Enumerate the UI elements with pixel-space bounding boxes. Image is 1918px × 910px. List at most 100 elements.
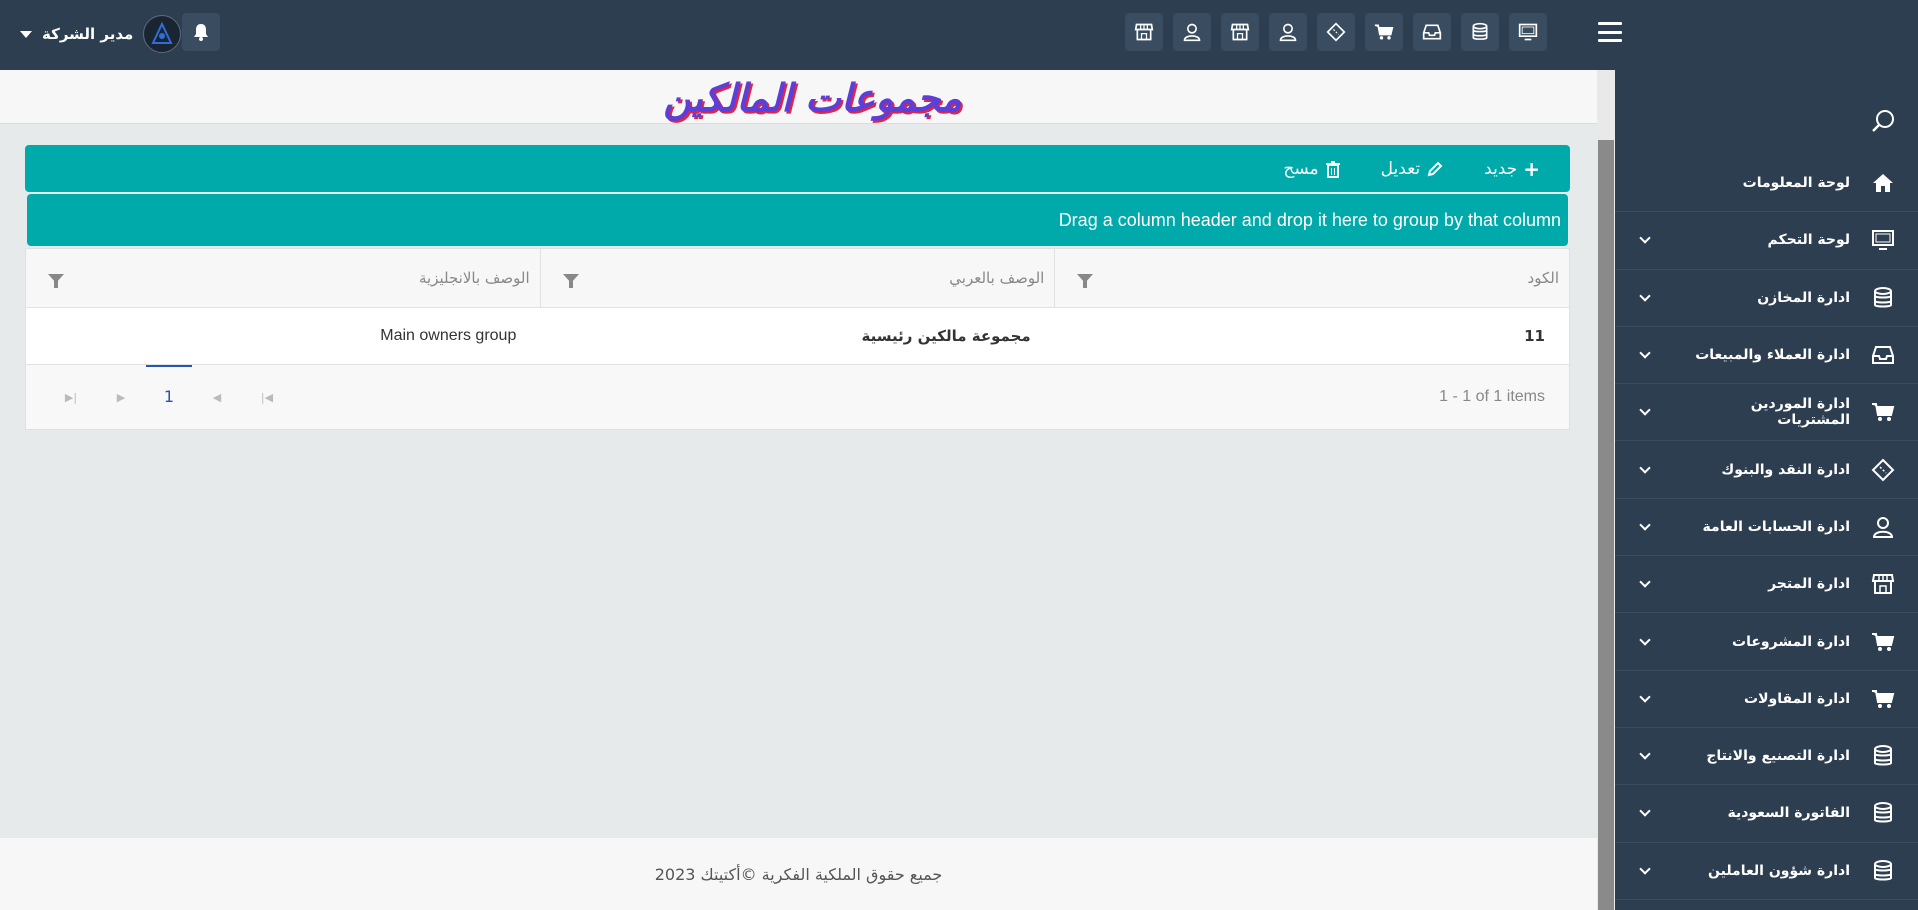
sidebar-item-label: الفاتورة السعودية [1727,805,1850,822]
sidebar-item[interactable]: ادارة المشروعات [1615,613,1918,671]
notifications-button[interactable] [182,13,220,51]
menu-toggle-button[interactable] [1598,22,1622,42]
chevron-down-icon[interactable] [1615,576,1675,588]
monitor-icon [1868,229,1898,251]
sidebar-item[interactable]: لوحة المعلومات [1615,155,1918,213]
sidebar-item[interactable]: ادارة التصنيع والانتاج [1615,728,1918,786]
sidebar-item[interactable]: ادارة النقد والبنوك [1615,441,1918,499]
sidebar: لوحة المعلومات لوحة التحكم ادارة المخازن اد… [1615,70,1918,910]
sidebar-item-label: ادارة المخازن [1757,289,1850,306]
chevron-down-icon[interactable] [1615,748,1675,760]
user-menu[interactable]: مدير الشركة [20,15,182,53]
chevron-down-icon[interactable] [1615,863,1675,875]
chevron-down-icon[interactable] [1615,290,1675,302]
sidebar-item[interactable]: ادارة شؤون العاملين [1615,843,1918,900]
pencil-icon [1427,161,1443,176]
filter-icon[interactable] [1077,273,1094,288]
sidebar-item-label: ادارة المشروعات [1732,633,1850,650]
ticket-icon [1326,22,1346,42]
chevron-down-icon[interactable] [1615,461,1675,474]
user-name: مدير الشركة [42,25,134,43]
chevron-down-icon[interactable] [1615,519,1675,531]
filter-icon[interactable] [562,273,579,288]
sidebar-item[interactable]: ادارة الحسابات العامة [1615,499,1918,557]
column-header-label: الوصف بالانجليزية [418,269,530,287]
chevron-down-icon[interactable] [1615,691,1675,703]
chevron-down-icon[interactable] [1615,232,1675,245]
grid-toolbar: + جديد تعديل مسح [25,145,1570,192]
column-header-desc-ar[interactable]: الوصف بالعربي [539,249,1055,307]
first-page-icon[interactable]: |◀ [242,391,292,404]
previous-page-icon[interactable]: ◀ [192,391,242,404]
sidebar-item-label: لوحة التحكم [1767,232,1850,249]
quick-database-button[interactable] [1461,13,1499,51]
store-icon [1230,22,1250,42]
store-icon [1134,22,1154,42]
cell-code: 11 [1524,327,1545,345]
cell-desc-en: Main owners group [380,327,517,344]
sidebar-nav: لوحة المعلومات لوحة التحكم ادارة المخازن اد… [1615,155,1918,900]
next-page-icon[interactable]: ▶ [96,391,146,404]
pager-info: 1 - 1 of 1 items [1439,388,1545,405]
table-row[interactable]: 11 مجموعة مالكين رئيسية Main owners grou… [26,308,1569,365]
search-icon[interactable] [1870,108,1896,138]
sidebar-item-label: ادارة شؤون العاملين [1708,862,1850,879]
quick-cart-button[interactable] [1365,13,1403,51]
grid-header: الكود الوصف بالعربي الوصف بالانجليزية [26,249,1569,308]
quick-inbox-button[interactable] [1413,13,1451,51]
column-header-label: الكود [1527,269,1559,287]
quick-access-icons [1125,13,1547,51]
edit-button[interactable]: تعديل [1381,159,1444,179]
inbox-icon [1868,344,1898,366]
sidebar-item-label: ادارة المتجر [1768,576,1850,593]
sidebar-item[interactable]: ادارة المخازن [1615,270,1918,327]
sidebar-item[interactable]: ادارة العملاء والمبيعات [1615,327,1918,385]
cart-icon [1868,401,1898,423]
sidebar-item[interactable]: ادارة المتجر [1615,556,1918,614]
column-header-label: الوصف بالعربي [949,269,1045,287]
quick-ticket-button[interactable] [1317,13,1355,51]
page-number[interactable]: 1 [146,365,192,429]
delete-button[interactable]: مسح [1283,159,1340,179]
inbox-icon [1422,22,1442,42]
database-icon [1868,859,1898,883]
sidebar-item[interactable]: ادارة المقاولات [1615,671,1918,728]
quick-user-button[interactable] [1173,13,1211,51]
scrollbar-thumb[interactable] [1598,140,1614,910]
sidebar-item[interactable]: الفاتورة السعودية [1615,785,1918,843]
chevron-down-icon[interactable] [1615,347,1675,359]
column-header-code[interactable]: الكود [1054,249,1569,307]
pager-nav: ▶| ▶ 1 ◀ |◀ [46,365,292,429]
column-header-desc-en[interactable]: الوصف بالانجليزية [26,249,540,307]
sidebar-item[interactable]: لوحة التحكم [1615,212,1918,270]
chevron-down-icon[interactable] [1615,805,1675,818]
footer: جميع حقوق الملكية الفكرية ©أكتيتك 2023 [0,838,1597,910]
chevron-down-icon[interactable] [1615,633,1675,646]
cart-icon [1374,22,1394,42]
user-icon [1182,22,1202,42]
sidebar-item-label: ادارة الحسابات العامة [1702,518,1850,535]
quick-user-button[interactable] [1269,13,1307,51]
quick-store-button[interactable] [1125,13,1163,51]
filter-icon[interactable] [47,273,64,288]
new-button-label: جديد [1484,158,1518,179]
new-button[interactable]: + جديد [1484,157,1540,181]
delete-button-label: مسح [1283,158,1319,179]
owners-groups-grid: الكود الوصف بالعربي الوصف بالانجليزية 11… [25,248,1570,430]
page-title: مجموعات المالكين [663,74,962,120]
database-icon [1470,22,1490,42]
last-page-icon[interactable]: ▶| [46,391,96,404]
database-icon [1868,286,1898,310]
chevron-down-icon[interactable] [1615,404,1675,416]
user-icon [1868,515,1898,539]
grid-pager: 1 - 1 of 1 items ▶| ▶ 1 ◀ |◀ [26,365,1569,429]
quick-store-button[interactable] [1221,13,1259,51]
sidebar-item-label: ادارة النقد والبنوك [1721,461,1850,478]
quick-monitor-button[interactable] [1509,13,1547,51]
sidebar-item[interactable]: ادارة الموردين المشتريات [1615,384,1918,442]
user-icon [1278,22,1298,42]
copyright-text: جميع حقوق الملكية الفكرية ©أكتيتك 2023 [654,864,943,884]
avatar[interactable] [143,15,182,53]
group-drop-area[interactable]: Drag a column header and drop it here to… [27,194,1568,246]
cart-icon [1868,631,1898,653]
